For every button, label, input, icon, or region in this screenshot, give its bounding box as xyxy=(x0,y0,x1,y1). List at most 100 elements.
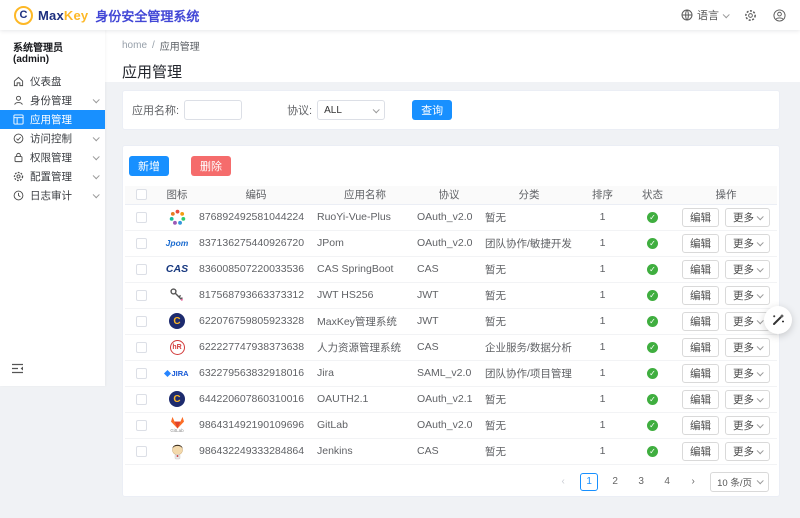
breadcrumb-home[interactable]: home xyxy=(122,40,147,51)
row-checkbox[interactable] xyxy=(136,238,147,249)
app-sort: 1 xyxy=(575,438,630,464)
app-name: Jenkins xyxy=(315,438,415,464)
more-button[interactable]: 更多 xyxy=(725,416,770,435)
app-name-input[interactable] xyxy=(184,100,242,120)
status-enabled-icon: ✓ xyxy=(647,290,658,301)
more-button[interactable]: 更多 xyxy=(725,234,770,253)
more-button[interactable]: 更多 xyxy=(725,442,770,461)
row-checkbox[interactable] xyxy=(136,264,147,275)
chevron-down-icon xyxy=(373,106,380,113)
sidebar-item-dashboard[interactable]: 仪表盘 xyxy=(0,72,105,91)
col-sort: 排序 xyxy=(575,186,630,204)
edit-button[interactable]: 编辑 xyxy=(682,312,719,331)
edit-button[interactable]: 编辑 xyxy=(682,260,719,279)
app-category: 暂无 xyxy=(483,282,575,308)
more-button[interactable]: 更多 xyxy=(725,364,770,383)
col-status: 状态 xyxy=(630,186,675,204)
edit-button[interactable]: 编辑 xyxy=(682,234,719,253)
top-header: C MaxKey 身份安全管理系统 语言 xyxy=(0,0,800,30)
config-icon xyxy=(13,171,24,182)
edit-button[interactable]: 编辑 xyxy=(682,286,719,305)
row-checkbox[interactable] xyxy=(136,446,147,457)
sidebar-item-applications[interactable]: 应用管理 xyxy=(0,110,105,129)
sidebar: 系统管理员(admin) 仪表盘 身份管理 应用管理 访问控制 权限管理 配置管… xyxy=(0,30,105,386)
next-page-button[interactable]: › xyxy=(684,473,702,491)
status-enabled-icon: ✓ xyxy=(647,264,658,275)
app-sort: 1 xyxy=(575,334,630,360)
status-enabled-icon: ✓ xyxy=(647,394,658,405)
sidebar-item-permissions[interactable]: 权限管理 xyxy=(0,148,105,167)
more-button[interactable]: 更多 xyxy=(725,338,770,357)
app-code: 817568793663373312 xyxy=(197,282,315,308)
app-list-card: 新增 删除 图标 编码 应用名称 协议 分类 排序 状态 操作 87689249… xyxy=(122,145,780,497)
row-checkbox[interactable] xyxy=(136,420,147,431)
more-button[interactable]: 更多 xyxy=(725,286,770,305)
table-row: hR 622227747938373638 人力资源管理系统 CAS 企业服务/… xyxy=(125,334,777,360)
app-protocol: OAuth_v2.0 xyxy=(415,204,483,230)
row-checkbox[interactable] xyxy=(136,394,147,405)
edit-button[interactable]: 编辑 xyxy=(682,208,719,227)
chevron-down-icon xyxy=(93,153,100,160)
menu-fold-icon[interactable] xyxy=(11,361,24,379)
chevron-down-icon xyxy=(757,447,764,454)
row-checkbox[interactable] xyxy=(136,342,147,353)
app-protocol: OAuth_v2.0 xyxy=(415,412,483,438)
table-row: 986432249333284864 Jenkins CAS 暂无 1 ✓ 编辑… xyxy=(125,438,777,464)
row-checkbox[interactable] xyxy=(136,212,147,223)
row-checkbox[interactable] xyxy=(136,316,147,327)
table-row: 876892492581044224 RuoYi-Vue-Plus OAuth_… xyxy=(125,204,777,230)
language-menu[interactable]: 语言 xyxy=(681,7,728,23)
edit-button[interactable]: 编辑 xyxy=(682,390,719,409)
add-button[interactable]: 新增 xyxy=(129,156,169,176)
sidebar-item-audit-log[interactable]: 日志审计 xyxy=(0,186,105,205)
chevron-down-icon xyxy=(757,477,764,484)
col-name: 应用名称 xyxy=(315,186,415,204)
apps-icon xyxy=(13,114,24,125)
more-button[interactable]: 更多 xyxy=(725,390,770,409)
chevron-down-icon xyxy=(93,172,100,179)
protocol-select[interactable]: ALL xyxy=(317,100,385,120)
row-checkbox[interactable] xyxy=(136,368,147,379)
chevron-down-icon xyxy=(757,265,764,272)
status-enabled-icon: ✓ xyxy=(647,238,658,249)
app-protocol: CAS xyxy=(415,438,483,464)
chevron-down-icon xyxy=(723,11,730,18)
edit-button[interactable]: 编辑 xyxy=(682,338,719,357)
page-size-select[interactable]: 10 条/页 xyxy=(710,472,769,492)
edit-button[interactable]: 编辑 xyxy=(682,442,719,461)
delete-button[interactable]: 删除 xyxy=(191,156,231,176)
chevron-down-icon xyxy=(757,395,764,402)
prev-page-button[interactable]: ‹ xyxy=(554,473,572,491)
search-button[interactable]: 查询 xyxy=(412,100,452,120)
sidebar-item-access-control[interactable]: 访问控制 xyxy=(0,129,105,148)
app-name: JWT HS256 xyxy=(315,282,415,308)
more-button[interactable]: 更多 xyxy=(725,208,770,227)
app-protocol: JWT xyxy=(415,308,483,334)
select-all-checkbox[interactable] xyxy=(136,189,147,200)
breadcrumb: home / 应用管理 xyxy=(122,38,800,53)
app-category: 团队协作/敏捷开发 xyxy=(483,230,575,256)
status-enabled-icon: ✓ xyxy=(647,212,658,223)
col-icon: 图标 xyxy=(157,186,197,204)
gear-icon[interactable] xyxy=(744,9,757,22)
page-button-1[interactable]: 1 xyxy=(580,473,598,491)
sidebar-item-identity[interactable]: 身份管理 xyxy=(0,91,105,110)
page-button-4[interactable]: 4 xyxy=(658,473,676,491)
col-category: 分类 xyxy=(483,186,575,204)
status-enabled-icon: ✓ xyxy=(647,342,658,353)
page-button-2[interactable]: 2 xyxy=(606,473,624,491)
edit-button[interactable]: 编辑 xyxy=(682,364,719,383)
sidebar-item-configuration[interactable]: 配置管理 xyxy=(0,167,105,186)
app-code: 986431492190109696 xyxy=(197,412,315,438)
app-protocol: CAS xyxy=(415,334,483,360)
edit-button[interactable]: 编辑 xyxy=(682,416,719,435)
page-button-3[interactable]: 3 xyxy=(632,473,650,491)
pagination: ‹ 1 2 3 4 › 10 条/页 xyxy=(125,472,777,492)
chevron-down-icon xyxy=(757,421,764,428)
magic-wand-button[interactable] xyxy=(764,306,792,334)
user-icon[interactable] xyxy=(773,9,786,22)
row-checkbox[interactable] xyxy=(136,290,147,301)
more-button[interactable]: 更多 xyxy=(725,260,770,279)
chevron-down-icon xyxy=(757,213,764,220)
jwt-icon xyxy=(166,284,188,306)
